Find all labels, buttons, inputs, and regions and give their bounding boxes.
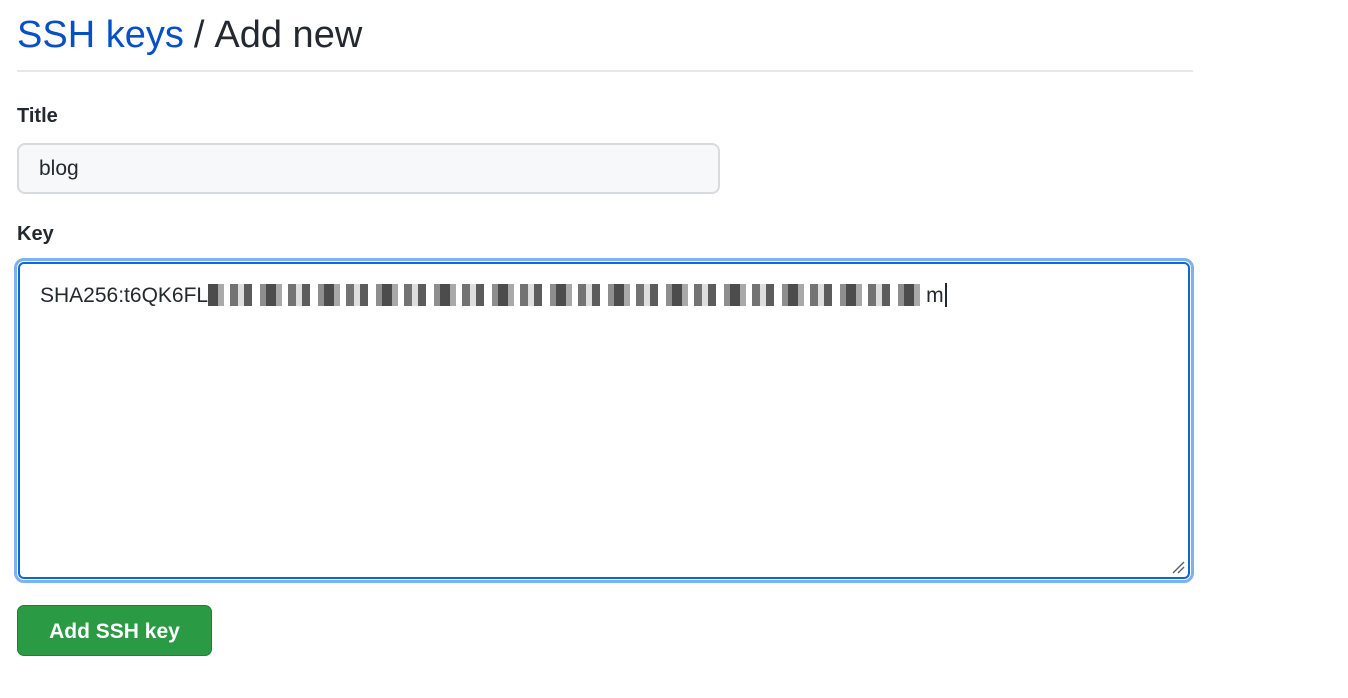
key-value-end: m	[926, 284, 944, 307]
key-textarea-focus-ring: SHA256:t6QK6FL m	[14, 258, 1194, 583]
title-input[interactable]	[17, 143, 720, 194]
resize-grip-icon[interactable]	[1171, 560, 1185, 574]
key-textarea[interactable]: SHA256:t6QK6FL m	[18, 262, 1190, 579]
add-ssh-key-page: SSH keys/Add new Title Key SHA256:t6QK6F…	[0, 0, 1348, 698]
text-caret	[944, 283, 947, 307]
breadcrumb-current: Add new	[214, 14, 363, 56]
page-title: SSH keys / Add new	[17, 12, 362, 58]
title-label: Title	[17, 105, 58, 127]
add-ssh-key-button[interactable]: Add SSH key	[17, 605, 212, 656]
key-value-start: SHA256:t6QK6FL	[40, 284, 209, 307]
key-label: Key	[17, 223, 54, 245]
key-value: SHA256:t6QK6FL m	[40, 283, 947, 309]
breadcrumb-separator: /	[193, 14, 205, 56]
key-redaction	[208, 284, 927, 306]
breadcrumb-ssh-keys-link[interactable]: SSH keys	[17, 14, 184, 56]
page-header: SSH keys / Add new	[17, 8, 1193, 72]
